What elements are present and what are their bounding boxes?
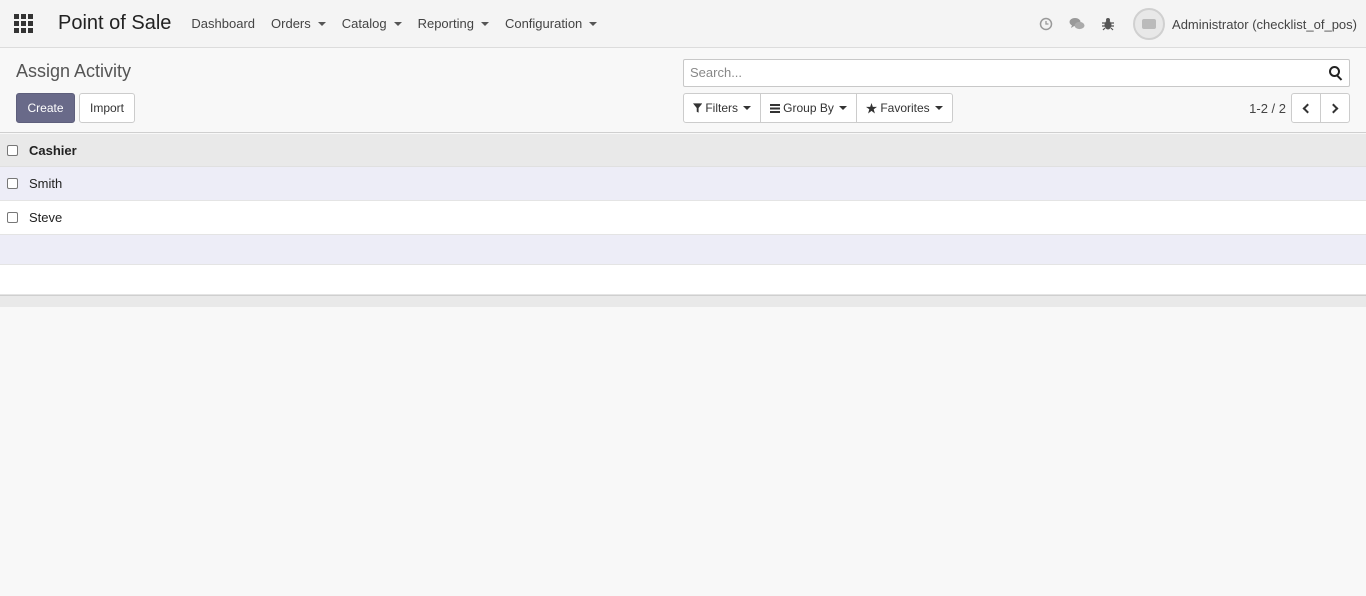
caret-down-icon <box>589 21 598 26</box>
chevron-left-icon <box>1302 103 1313 113</box>
search-box <box>683 59 1350 87</box>
menu-catalog-label: Catalog <box>341 16 387 31</box>
group-by-button[interactable]: Group By <box>760 93 857 123</box>
menu-orders[interactable]: Orders <box>263 0 334 48</box>
breadcrumb: Assign Activity <box>16 61 132 81</box>
group-by-label: Group By <box>783 101 834 115</box>
pager-previous-button[interactable] <box>1291 93 1321 123</box>
control-panel: Assign Activity Create Import Filters Gr… <box>0 48 1366 133</box>
filter-icon <box>693 103 703 113</box>
caret-down-icon <box>480 21 489 26</box>
top-navbar: Point of Sale Dashboard Orders Catalog R… <box>0 0 1366 48</box>
app-title: Point of Sale <box>58 12 172 34</box>
avatar <box>1133 8 1166 40</box>
chevron-right-icon <box>1328 103 1339 113</box>
pager-value[interactable]: 1-2 / 2 <box>1249 101 1286 116</box>
list-header: Cashier <box>0 134 1366 167</box>
row-checkbox[interactable] <box>7 178 18 189</box>
main-menu: Dashboard Orders Catalog Reporting Confi… <box>183 0 605 48</box>
menu-catalog[interactable]: Catalog <box>334 0 410 48</box>
import-button[interactable]: Import <box>79 93 135 123</box>
table-row[interactable]: Steve <box>0 201 1366 235</box>
menu-dashboard[interactable]: Dashboard <box>183 0 263 48</box>
filters-label: Filters <box>705 101 738 115</box>
empty-row <box>0 235 1366 265</box>
camera-icon <box>1142 19 1157 29</box>
filters-button[interactable]: Filters <box>683 93 761 123</box>
create-button[interactable]: Create <box>16 93 75 123</box>
column-header-cashier[interactable]: Cashier <box>29 143 77 158</box>
table-row[interactable]: Smith <box>0 167 1366 201</box>
favorites-button[interactable]: Favorites <box>856 93 953 123</box>
favorites-label: Favorites <box>880 101 930 115</box>
menu-orders-label: Orders <box>271 16 311 31</box>
apps-menu-button[interactable] <box>0 0 46 48</box>
cashier-cell: Steve <box>29 210 63 225</box>
pager-next-button[interactable] <box>1320 93 1350 123</box>
menu-configuration-label: Configuration <box>504 16 583 31</box>
caret-down-icon <box>838 106 847 110</box>
row-checkbox[interactable] <box>7 212 18 223</box>
empty-row <box>0 265 1366 295</box>
star-icon <box>866 102 878 113</box>
bars-icon <box>770 103 781 113</box>
cashier-cell: Smith <box>29 176 63 191</box>
menu-dashboard-label: Dashboard <box>191 16 256 31</box>
list-footer <box>0 295 1366 307</box>
search-options: Filters Group By Favorites <box>683 93 953 123</box>
menu-configuration[interactable]: Configuration <box>497 0 605 48</box>
clock-icon[interactable] <box>1030 0 1061 48</box>
chat-icon[interactable] <box>1061 0 1092 48</box>
user-menu[interactable]: Administrator (checklist_of_pos) <box>1133 8 1366 40</box>
search-input[interactable] <box>690 65 1310 80</box>
caret-down-icon <box>743 106 751 110</box>
pager: 1-2 / 2 <box>1249 93 1350 123</box>
select-all-checkbox[interactable] <box>7 144 18 156</box>
caret-down-icon <box>393 21 402 26</box>
search-icon[interactable] <box>1328 65 1344 81</box>
menu-reporting-label: Reporting <box>417 16 474 31</box>
systray: Administrator (checklist_of_pos) <box>1030 0 1366 48</box>
caret-down-icon <box>934 106 943 110</box>
menu-reporting[interactable]: Reporting <box>410 0 497 48</box>
list-view: Cashier Smith Steve <box>0 134 1366 307</box>
apps-grid-icon <box>13 14 33 33</box>
caret-down-icon <box>317 21 326 26</box>
bug-icon[interactable] <box>1092 0 1123 48</box>
user-name: Administrator (checklist_of_pos) <box>1172 16 1357 32</box>
